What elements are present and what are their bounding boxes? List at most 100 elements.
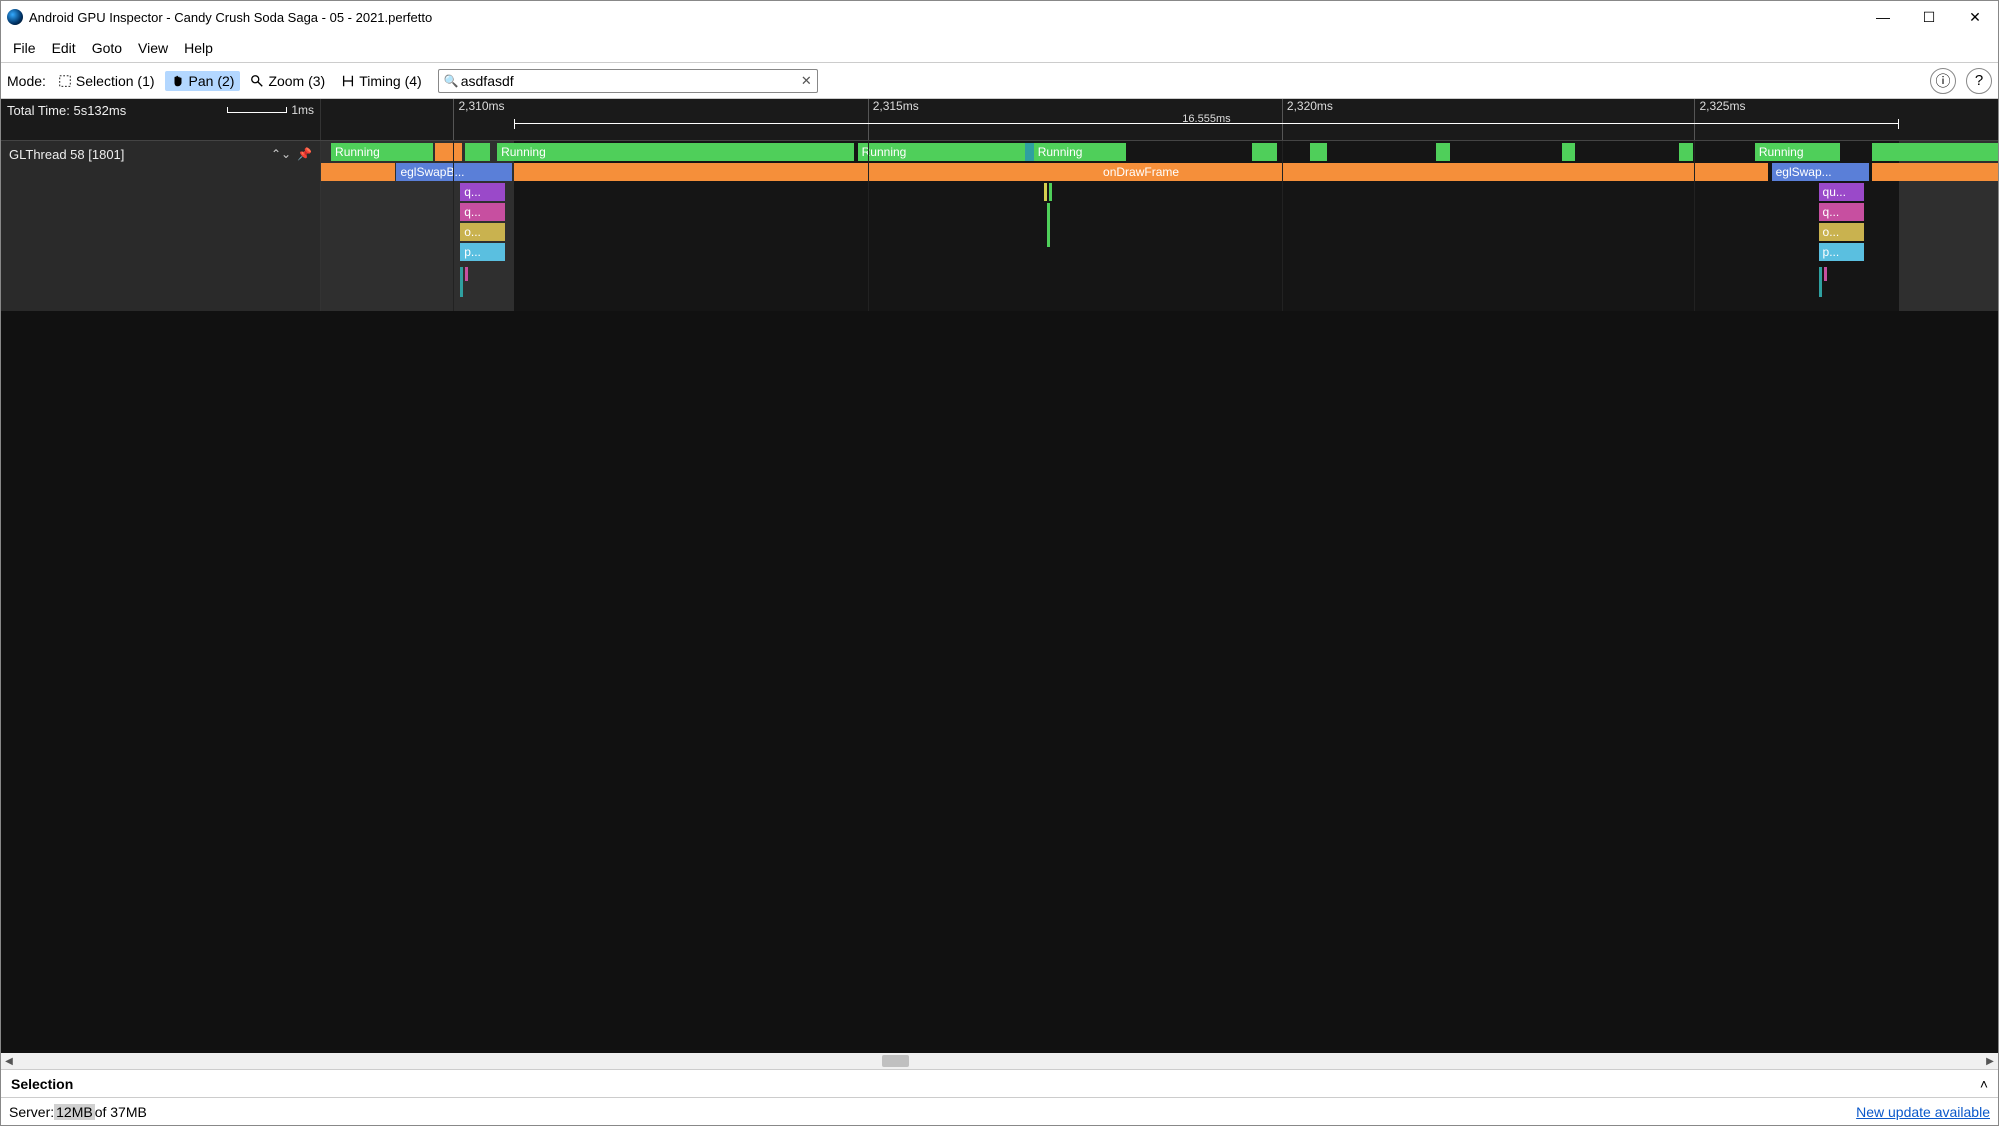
- menu-help[interactable]: Help: [176, 36, 221, 60]
- trace-slice[interactable]: q...: [1819, 203, 1864, 221]
- app-window: Android GPU Inspector - Candy Crush Soda…: [0, 0, 1999, 1126]
- ruler-tick: 2,315ms: [868, 99, 919, 140]
- trace-slice[interactable]: eglSwap...: [1772, 163, 1869, 181]
- update-link[interactable]: New update available: [1856, 1104, 1990, 1120]
- trace-slice[interactable]: [321, 163, 395, 181]
- trace-slice[interactable]: onDrawFrame: [514, 163, 1768, 181]
- ruler-tick: 2,320ms: [1282, 99, 1333, 140]
- mode-selection-button[interactable]: Selection (1): [52, 71, 161, 91]
- trace-slice-thin[interactable]: [1044, 183, 1047, 201]
- pan-hand-icon: [171, 74, 185, 88]
- help-icon: ?: [1975, 72, 1983, 89]
- scale-bar-icon: [227, 107, 287, 113]
- trace-slice[interactable]: [1436, 143, 1449, 161]
- close-button[interactable]: ✕: [1952, 1, 1998, 33]
- trace-slice[interactable]: Running: [331, 143, 433, 161]
- track-row: GLThread 58 [1801] ⌃⌄ 📌 RunningRunningRu…: [1, 141, 1998, 311]
- selection-icon: [58, 74, 72, 88]
- trace-slice[interactable]: p...: [1819, 243, 1864, 261]
- selection-panel-header[interactable]: Selection ˄: [1, 1069, 1998, 1097]
- minimize-button[interactable]: —: [1860, 1, 1906, 33]
- trace-slice[interactable]: Running: [1034, 143, 1126, 161]
- grid-line: [453, 141, 454, 311]
- trace-slice-thin[interactable]: [1824, 267, 1827, 281]
- menu-view[interactable]: View: [130, 36, 176, 60]
- selection-panel-title: Selection: [11, 1076, 73, 1092]
- window-title: Android GPU Inspector - Candy Crush Soda…: [29, 10, 432, 25]
- maximize-button[interactable]: ☐: [1906, 1, 1952, 33]
- mode-zoom-label: Zoom (3): [268, 73, 325, 89]
- minimize-icon: —: [1876, 9, 1890, 25]
- mode-pan-label: Pan (2): [189, 73, 235, 89]
- timing-icon: [341, 74, 355, 88]
- info-icon: ⓘ: [1935, 70, 1950, 91]
- mode-selection-label: Selection (1): [76, 73, 155, 89]
- menu-file[interactable]: File: [5, 36, 44, 60]
- trace-slice-thin[interactable]: [1049, 183, 1052, 201]
- search-input[interactable]: [438, 69, 818, 93]
- trace-slice[interactable]: o...: [1819, 223, 1864, 241]
- mode-label: Mode:: [7, 73, 46, 89]
- maximize-icon: ☐: [1923, 9, 1936, 26]
- total-time-label: Total Time: 5s132ms: [7, 103, 126, 118]
- mode-pan-button[interactable]: Pan (2): [165, 71, 241, 91]
- menu-edit[interactable]: Edit: [44, 36, 84, 60]
- trace-slice[interactable]: Running: [858, 143, 1026, 161]
- collapse-icon[interactable]: ⌃⌄: [271, 147, 291, 161]
- trace-slice[interactable]: Running: [497, 143, 854, 161]
- track-name: GLThread 58 [1801]: [9, 147, 124, 162]
- grid-line: [1694, 141, 1695, 311]
- ruler-tick: 2,310ms: [453, 99, 504, 140]
- pin-icon[interactable]: 📌: [297, 147, 312, 161]
- statusbar: Server: 12MB of 37MB New update availabl…: [1, 1097, 1998, 1125]
- mode-toolbar: Mode: Selection (1) Pan (2) Zoom (3) Tim…: [1, 63, 1998, 99]
- trace-slice[interactable]: [1679, 143, 1692, 161]
- ruler-left-panel: Total Time: 5s132ms 1ms: [1, 99, 321, 140]
- trace-slice[interactable]: qu...: [1819, 183, 1864, 201]
- trace-slice-thin[interactable]: [465, 267, 468, 281]
- scrollbar-thumb[interactable]: [882, 1055, 910, 1067]
- trace-slice[interactable]: p...: [460, 243, 505, 261]
- mode-timing-label: Timing (4): [359, 73, 422, 89]
- scrollbar-track[interactable]: [17, 1053, 1982, 1069]
- clear-search-icon[interactable]: ✕: [801, 73, 812, 89]
- track-header[interactable]: GLThread 58 [1801] ⌃⌄ 📌: [1, 141, 321, 311]
- trace-slice-thin[interactable]: [1819, 267, 1822, 297]
- scale-indicator: 1ms: [227, 103, 314, 117]
- trace-slice[interactable]: [1310, 143, 1327, 161]
- trace-slice[interactable]: [435, 143, 462, 161]
- zoom-icon: [250, 74, 264, 88]
- help-button[interactable]: ?: [1966, 68, 1992, 94]
- scale-value: 1ms: [291, 103, 314, 117]
- timeline-area: Total Time: 5s132ms 1ms 2,310ms2,315ms2,…: [1, 99, 1998, 1053]
- scroll-left-arrow-icon[interactable]: ◀: [1, 1056, 17, 1067]
- time-span-label: 16.555ms: [1182, 113, 1230, 125]
- mode-timing-button[interactable]: Timing (4): [335, 71, 428, 91]
- trace-slice[interactable]: [1872, 143, 1998, 161]
- trace-slice[interactable]: o...: [460, 223, 505, 241]
- menubar: File Edit Goto View Help: [1, 33, 1998, 63]
- trace-slice[interactable]: [1252, 143, 1277, 161]
- ruler-tick: 2,325ms: [1694, 99, 1745, 140]
- trace-slice[interactable]: [1562, 143, 1575, 161]
- track-canvas[interactable]: RunningRunningRunningRunningRunningeglSw…: [321, 141, 1998, 311]
- trace-slice-thin[interactable]: [1047, 203, 1050, 247]
- info-button[interactable]: ⓘ: [1930, 68, 1956, 94]
- time-ruler[interactable]: 2,310ms 2,315ms 2,320ms 2,325ms 16.555ms: [321, 99, 1998, 140]
- trace-slice-thin[interactable]: [460, 267, 463, 297]
- scroll-right-arrow-icon[interactable]: ▶: [1982, 1056, 1998, 1067]
- trace-slice[interactable]: q...: [460, 183, 505, 201]
- trace-slice[interactable]: Running: [1755, 143, 1841, 161]
- grid-line: [1282, 141, 1283, 311]
- trace-slice[interactable]: [465, 143, 490, 161]
- chevron-up-icon[interactable]: ˄: [1980, 1076, 1988, 1092]
- menu-goto[interactable]: Goto: [84, 36, 130, 60]
- trace-slice[interactable]: [1872, 163, 1998, 181]
- horizontal-scrollbar[interactable]: ◀ ▶: [1, 1053, 1998, 1069]
- app-icon: [7, 9, 23, 25]
- trace-slice[interactable]: q...: [460, 203, 505, 221]
- trace-slice[interactable]: [1025, 143, 1033, 161]
- server-label-prefix: Server:: [9, 1104, 54, 1120]
- mode-zoom-button[interactable]: Zoom (3): [244, 71, 331, 91]
- close-icon: ✕: [1969, 9, 1981, 26]
